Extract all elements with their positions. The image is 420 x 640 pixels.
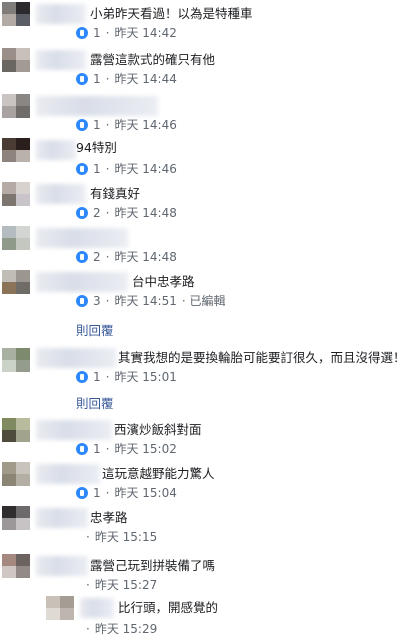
comment-meta: 1 · 昨天 14:46	[76, 160, 177, 177]
avatar[interactable]	[2, 94, 36, 124]
like-icon[interactable]	[76, 72, 88, 85]
avatar[interactable]	[2, 138, 36, 168]
avatar[interactable]	[2, 554, 36, 584]
comment-text: 小弟昨天看過！以為是特種車	[90, 6, 253, 21]
timestamp[interactable]: 昨天 15:01	[114, 368, 176, 385]
timestamp[interactable]: 昨天 15:04	[114, 484, 176, 501]
timestamp[interactable]: 昨天 14:51	[114, 292, 176, 309]
comment-meta: · 昨天 15:15	[86, 528, 158, 545]
commenter-name[interactable]	[36, 4, 86, 24]
avatar[interactable]	[2, 270, 36, 300]
timestamp[interactable]: 昨天 14:46	[114, 160, 176, 177]
comment-meta: 1 · 昨天 14:44	[76, 70, 177, 87]
like-icon[interactable]	[76, 250, 88, 263]
commenter-name[interactable]	[36, 464, 100, 484]
commenter-name[interactable]	[36, 508, 88, 528]
comment-text: 忠孝路	[90, 510, 128, 525]
like-icon[interactable]	[76, 370, 88, 383]
avatar[interactable]	[2, 348, 36, 378]
timestamp[interactable]: 昨天 14:48	[114, 204, 176, 221]
like-icon[interactable]	[76, 294, 88, 307]
edited-label[interactable]: · 已編輯	[182, 292, 226, 309]
timestamp[interactable]: 昨天 15:27	[95, 576, 157, 593]
comment-meta: 3 · 昨天 14:51 · 已編輯	[76, 292, 226, 309]
timestamp[interactable]: 昨天 15:02	[114, 440, 176, 457]
timestamp[interactable]: 昨天 14:46	[114, 116, 176, 133]
view-replies-link[interactable]: 則回覆	[76, 320, 114, 339]
timestamp[interactable]: 昨天 15:29	[95, 620, 157, 637]
comment-text: 有錢真好	[90, 186, 141, 201]
comment-meta: 1 · 昨天 14:42	[76, 24, 177, 41]
comment-meta: 1 · 昨天 15:02	[76, 440, 177, 457]
comment-meta: · 昨天 15:29	[86, 620, 158, 637]
comment-text: 露營這款式的確只有他	[90, 52, 216, 67]
comment-meta: 1 · 昨天 14:46	[76, 116, 177, 133]
timestamp[interactable]: 昨天 15:15	[95, 528, 157, 545]
avatar[interactable]	[2, 2, 36, 32]
avatar[interactable]	[2, 182, 36, 212]
comment-meta: 1 · 昨天 15:04	[76, 484, 177, 501]
commenter-name[interactable]	[36, 228, 128, 248]
view-replies-link[interactable]: 則回覆	[76, 393, 114, 412]
commenter-name[interactable]	[36, 96, 158, 116]
comment-meta: 2 · 昨天 14:48	[76, 204, 177, 221]
like-icon[interactable]	[76, 162, 88, 175]
comment-text: 西濱炒飯斜對面	[114, 422, 202, 437]
commenter-name[interactable]	[36, 272, 128, 292]
commenter-name[interactable]	[36, 420, 112, 440]
timestamp[interactable]: 昨天 14:48	[114, 248, 176, 265]
like-icon[interactable]	[76, 206, 88, 219]
like-icon[interactable]	[76, 118, 88, 131]
commenter-name[interactable]	[36, 140, 76, 160]
avatar[interactable]	[46, 596, 80, 626]
avatar[interactable]	[2, 462, 36, 492]
commenter-name[interactable]	[36, 348, 116, 368]
comment-text: 台中忠孝路	[132, 274, 195, 289]
like-icon[interactable]	[76, 486, 88, 499]
avatar[interactable]	[2, 48, 36, 78]
comment-meta: · 昨天 15:27	[86, 576, 158, 593]
commenter-name[interactable]	[36, 184, 86, 204]
commenter-name[interactable]	[80, 598, 114, 618]
comment-text: 其實我想的是要換輪胎可能要訂很久，而且沒得選！	[118, 350, 406, 365]
timestamp[interactable]: 昨天 14:42	[114, 24, 176, 41]
comment-text: 這玩意越野能力驚人	[102, 466, 215, 481]
comment-meta: 1 · 昨天 15:01	[76, 368, 177, 385]
avatar[interactable]	[2, 418, 36, 448]
avatar[interactable]	[2, 506, 36, 536]
like-icon[interactable]	[76, 26, 88, 39]
comment-text: 比行頭，開感覺的	[118, 600, 219, 615]
like-icon[interactable]	[76, 442, 88, 455]
commenter-name[interactable]	[36, 556, 88, 576]
comment-text: 94特別	[76, 140, 117, 155]
comment-meta: 2 · 昨天 14:48	[76, 248, 177, 265]
timestamp[interactable]: 昨天 14:44	[114, 70, 176, 87]
avatar[interactable]	[2, 226, 36, 256]
commenter-name[interactable]	[36, 50, 86, 70]
comment-text: 露營己玩到拼裝備了嗎	[90, 558, 216, 573]
